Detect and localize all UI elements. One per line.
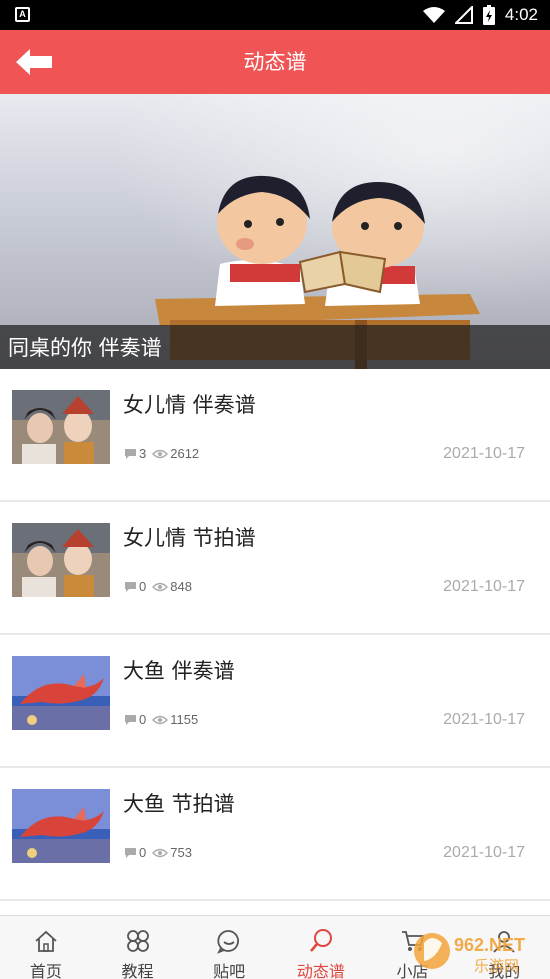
chat-icon [217, 930, 240, 954]
view-count: 1155 [170, 712, 199, 727]
item-title: 大鱼 伴奏谱 [123, 659, 235, 683]
svg-text:962.NET: 962.NET [454, 935, 525, 955]
search-icon [309, 929, 332, 952]
item-title: 大鱼 节拍谱 [123, 792, 235, 816]
item-stats: 3 2612 [124, 446, 199, 461]
eye-icon [152, 582, 169, 591]
item-date: 2021-10-17 [443, 578, 525, 595]
nav-item-forum[interactable]: 贴吧 [183, 916, 275, 979]
item-date: 2021-10-17 [443, 844, 525, 861]
status-time: 4:02 [504, 5, 538, 24]
view-count: 848 [170, 579, 192, 594]
view-count: 2612 [170, 446, 200, 461]
grid-icon [126, 930, 149, 952]
item-stats: 0 753 [124, 845, 192, 860]
comment-count: 0 [139, 845, 147, 860]
nav-item-tutorial[interactable]: 教程 [92, 916, 184, 979]
item-date: 2021-10-17 [443, 445, 525, 462]
nav-label: 动态谱 [296, 962, 345, 979]
nav-label: 首页 [29, 962, 62, 979]
banner-carousel[interactable]: 同桌的你 伴奏谱 [0, 94, 550, 369]
svg-text:乐游网: 乐游网 [474, 957, 519, 975]
thumbnail-image [12, 523, 110, 597]
item-date: 2021-10-17 [443, 711, 525, 728]
eye-icon [152, 715, 169, 724]
item-title: 女儿情 节拍谱 [123, 526, 256, 550]
view-count: 753 [170, 845, 192, 860]
signal-icon [454, 6, 473, 24]
app-notification-icon: A [15, 7, 30, 22]
comment-icon [125, 847, 136, 858]
eye-icon [152, 449, 169, 458]
header-bar: 动态谱 [0, 30, 550, 94]
comment-count: 3 [139, 446, 147, 461]
comment-icon [125, 448, 136, 459]
list-item[interactable]: 女儿情 伴奏谱 3 2612 2021-10-17 [0, 369, 550, 502]
nav-label: 贴吧 [213, 962, 246, 979]
battery-charging-icon [482, 5, 495, 25]
thumbnail-image [12, 789, 110, 863]
list-item[interactable]: 女儿情 节拍谱 0 848 2021-10-17 [0, 502, 550, 635]
status-bar: A 4:02 [0, 0, 550, 30]
home-icon [35, 930, 57, 952]
comment-icon [125, 581, 136, 592]
status-icons: 4:02 [422, 0, 538, 30]
banner-caption: 同桌的你 伴奏谱 [8, 336, 162, 360]
score-list: 女儿情 伴奏谱 3 2612 2021-10-17 女儿情 节拍谱 0 848 … [0, 369, 550, 901]
nav-item-home[interactable]: 首页 [0, 916, 92, 979]
list-item[interactable]: 大鱼 伴奏谱 0 1155 2021-10-17 [0, 635, 550, 768]
item-title: 女儿情 伴奏谱 [123, 393, 256, 417]
page-title: 动态谱 [243, 50, 307, 74]
watermark-logo: 962.NET 乐游网 [414, 933, 525, 975]
nav-item-dynamic-score[interactable]: 动态谱 [275, 916, 367, 979]
eye-icon [152, 848, 169, 857]
item-stats: 0 848 [124, 579, 192, 594]
comment-icon [125, 714, 136, 725]
wifi-icon [422, 7, 445, 23]
thumbnail-image [12, 656, 110, 730]
list-item[interactable]: 大鱼 节拍谱 0 753 2021-10-17 [0, 768, 550, 901]
thumbnail-image [12, 390, 110, 464]
nav-label: 教程 [121, 962, 154, 979]
item-stats: 0 1155 [124, 712, 198, 727]
comment-count: 0 [139, 579, 147, 594]
comment-count: 0 [139, 712, 147, 727]
